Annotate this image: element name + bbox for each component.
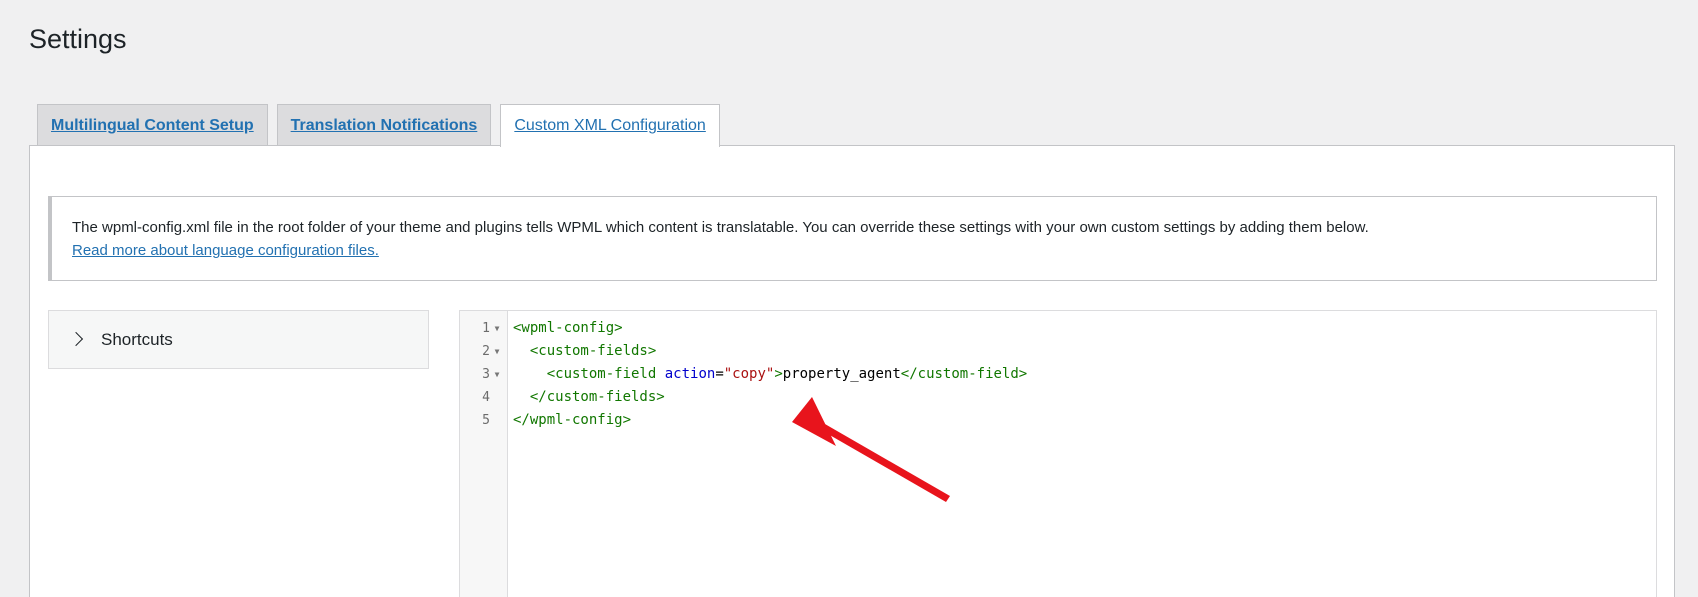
xml-tag: </custom-field> [900, 366, 1028, 382]
chevron-right-icon [68, 331, 84, 346]
code-line: <custom-fields> [513, 340, 1656, 363]
gutter-line: 4 [460, 386, 507, 409]
line-number: 4 [482, 390, 490, 405]
fold-arrow-icon[interactable]: ▼ [492, 340, 502, 363]
xml-attribute-value: "copy" [723, 366, 775, 382]
language-config-docs-link[interactable]: Read more about language configuration f… [72, 242, 379, 259]
line-number: 5 [482, 413, 490, 428]
shortcuts-toggle[interactable]: Shortcuts [48, 310, 429, 369]
fold-placeholder [492, 409, 502, 432]
gutter-line: 3 ▼ [460, 363, 507, 386]
xml-equals: = [715, 366, 724, 382]
tab-translation-notifications[interactable]: Translation Notifications [276, 104, 492, 146]
xml-tag: </custom-fields> [529, 389, 665, 405]
xml-tag: <custom-fields> [529, 343, 657, 359]
code-content[interactable]: <wpml-config> <custom-fields> <custom-fi… [513, 317, 1656, 432]
xml-tag: <wpml-config> [513, 320, 623, 336]
xml-text-content: property_agent [782, 366, 901, 382]
page-title: Settings [29, 24, 127, 54]
xml-tag: </wpml-config> [513, 412, 632, 428]
code-line: <custom-field action="copy">property_age… [513, 363, 1656, 386]
line-number-gutter: 1 ▼ 2 ▼ 3 ▼ 4 5 [460, 311, 508, 597]
shortcuts-label: Shortcuts [101, 329, 173, 349]
line-number: 1 [482, 321, 490, 336]
code-line: </custom-fields> [513, 386, 1656, 409]
settings-page: Settings Multilingual Content Setup Tran… [0, 0, 1698, 597]
fold-arrow-icon[interactable]: ▼ [492, 317, 502, 340]
code-line: </wpml-config> [513, 409, 1656, 432]
line-number: 3 [482, 367, 490, 382]
xml-tag: <custom-field [546, 366, 665, 382]
gutter-line: 5 [460, 409, 507, 432]
tab-multilingual-content-setup[interactable]: Multilingual Content Setup [37, 104, 268, 146]
notice-text: The wpml-config.xml file in the root fol… [72, 219, 1369, 236]
tab-panel: The wpml-config.xml file in the root fol… [29, 145, 1675, 597]
gutter-line: 2 ▼ [460, 340, 507, 363]
xml-tag: > [774, 366, 783, 382]
xml-attribute-name: action [664, 366, 716, 382]
fold-arrow-icon[interactable]: ▼ [492, 363, 502, 386]
line-number: 2 [482, 344, 490, 359]
xml-code-editor[interactable]: 1 ▼ 2 ▼ 3 ▼ 4 5 <wpml-config> <custom-fi… [459, 310, 1657, 597]
gutter-line: 1 ▼ [460, 317, 507, 340]
code-line: <wpml-config> [513, 317, 1656, 340]
fold-placeholder [492, 386, 502, 409]
settings-tabs: Multilingual Content Setup Translation N… [37, 104, 720, 147]
tab-custom-xml-configuration[interactable]: Custom XML Configuration [500, 104, 720, 147]
info-notice: The wpml-config.xml file in the root fol… [48, 196, 1657, 281]
